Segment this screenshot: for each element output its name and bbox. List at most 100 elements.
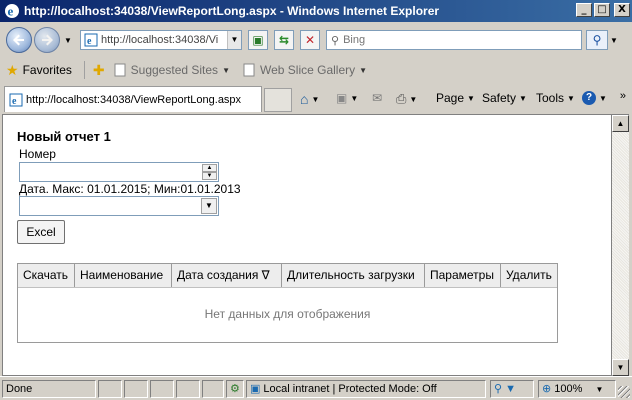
favorites-item-label: Web Slice Gallery xyxy=(259,63,356,77)
help-button[interactable]: ? ▼ xyxy=(582,91,607,105)
home-icon: ⌂ xyxy=(300,91,309,107)
new-tab-button[interactable] xyxy=(264,88,292,112)
svg-text:e: e xyxy=(87,36,92,47)
address-dropdown-icon[interactable]: ▼ xyxy=(227,31,241,49)
stop-button[interactable]: ✕ xyxy=(300,30,320,50)
date-label: Дата. Макс: 01.01.2015; Мин:01.01.2013 xyxy=(19,182,241,196)
spin-up-icon[interactable]: ▲ xyxy=(202,164,217,172)
read-mail-button[interactable]: ✉ xyxy=(372,91,382,105)
search-field[interactable]: ⚲ xyxy=(326,30,582,50)
refresh-button[interactable]: ⇆ xyxy=(274,30,294,50)
favorites-item-web-slice-gallery[interactable]: Web Slice Gallery ▼ xyxy=(242,63,367,77)
status-panel xyxy=(150,380,174,398)
window-controls: _ □ X xyxy=(576,3,630,17)
home-button[interactable]: ⌂ ▼ xyxy=(300,91,319,107)
search-input[interactable] xyxy=(343,34,564,46)
status-panel xyxy=(202,380,224,398)
page-menu[interactable]: Page ▼ xyxy=(436,91,475,105)
zoom-icon: ⊕ xyxy=(542,383,552,395)
search-icon: ⚲ xyxy=(331,34,340,47)
tools-menu[interactable]: Tools ▼ xyxy=(536,91,575,105)
addon-status-icon[interactable]: ⚙ xyxy=(226,380,244,398)
grid-header: Скачать Наименование Дата создания ∇ Дли… xyxy=(18,264,557,288)
chevron-down-icon: ▼ xyxy=(595,385,604,394)
search-go-button[interactable]: ⚲ xyxy=(586,30,608,50)
minimize-button[interactable]: _ xyxy=(576,3,592,17)
favorites-item-suggested-sites[interactable]: Suggested Sites ▼ xyxy=(113,63,230,77)
zoom-button[interactable]: ⊕ 100% ▼ xyxy=(538,380,616,398)
favorites-bar: ★ Favorites ✚ Suggested Sites ▼ Web Slic… xyxy=(0,56,632,84)
more-commands-icon[interactable]: » xyxy=(620,90,626,102)
maximize-button[interactable]: □ xyxy=(594,3,610,17)
chevron-down-icon[interactable]: ▼ xyxy=(201,198,217,214)
column-header-load-duration[interactable]: Длительность загрузки xyxy=(282,264,425,287)
column-header-parameters[interactable]: Параметры xyxy=(425,264,501,287)
favorites-button[interactable]: ★ Favorites xyxy=(6,62,72,79)
search-options-dropdown[interactable]: ▼ xyxy=(610,36,618,45)
favorites-separator xyxy=(83,61,85,79)
protected-mode-button[interactable]: ⚲ ▼ xyxy=(490,380,534,398)
column-header-delete[interactable]: Удалить xyxy=(501,264,557,287)
number-spinner[interactable]: ▲ ▼ xyxy=(202,164,217,180)
arrow-right-icon xyxy=(42,34,53,46)
compatibility-view-button[interactable]: ▣ xyxy=(248,30,268,50)
favorites-item-label: Suggested Sites xyxy=(130,63,219,77)
chevron-down-icon: ▼ xyxy=(222,65,230,75)
window-title-bar: e http://localhost:34038/ViewReportLong.… xyxy=(0,0,632,22)
back-button[interactable] xyxy=(6,27,32,53)
column-header-download[interactable]: Скачать xyxy=(18,264,75,287)
address-row: ▼ e http://localhost:34038/Vi ▼ ▣ ⇆ ✕ ⚲ … xyxy=(0,22,632,56)
star-icon: ★ xyxy=(6,61,19,78)
report-title: Новый отчет 1 xyxy=(17,129,111,144)
date-select[interactable]: ▼ xyxy=(19,196,219,216)
scroll-down-icon[interactable]: ▼ xyxy=(612,359,629,376)
help-icon: ? xyxy=(582,91,596,105)
page-icon: e xyxy=(9,93,23,107)
vertical-scrollbar[interactable]: ▲ ▼ xyxy=(612,114,629,376)
tools-menu-label: Tools xyxy=(536,91,565,105)
tab-title: http://localhost:34038/ViewReportLong.as… xyxy=(26,93,242,106)
resize-grip[interactable] xyxy=(618,386,630,398)
status-text: Done xyxy=(2,380,96,398)
status-panel xyxy=(124,380,148,398)
mail-icon: ✉ xyxy=(372,91,383,105)
forward-button[interactable] xyxy=(34,27,60,53)
svg-text:e: e xyxy=(8,4,14,19)
svg-text:e: e xyxy=(12,96,17,107)
tab-current[interactable]: e http://localhost:34038/ViewReportLong.… xyxy=(4,86,262,112)
address-field[interactable]: e http://localhost:34038/Vi ▼ xyxy=(80,30,242,50)
address-url: http://localhost:34038/Vi xyxy=(101,34,219,46)
printer-icon: ⎙ xyxy=(396,91,407,106)
number-label: Номер xyxy=(19,147,56,161)
close-button[interactable]: X xyxy=(614,3,630,17)
security-zone[interactable]: ▣ Local intranet | Protected Mode: Off xyxy=(246,380,486,398)
scroll-up-icon[interactable]: ▲ xyxy=(612,115,629,132)
column-header-name[interactable]: Наименование xyxy=(75,264,172,287)
arrow-left-icon xyxy=(13,34,24,46)
zone-text: Local intranet | Protected Mode: Off xyxy=(263,383,437,395)
status-bar: Done ⚙ ▣ Local intranet | Protected Mode:… xyxy=(0,376,632,400)
feeds-button[interactable]: ▣ ▼ xyxy=(336,91,358,105)
page-icon xyxy=(243,63,255,77)
spin-down-icon[interactable]: ▼ xyxy=(202,172,217,180)
page-icon: e xyxy=(84,33,98,47)
zoom-level: 100% xyxy=(554,383,583,395)
grid-empty-message: Нет данных для отображения xyxy=(204,307,371,321)
favorites-label: Favorites xyxy=(22,63,72,77)
safety-menu-label: Safety xyxy=(482,91,517,105)
add-to-favorites-icon[interactable]: ✚ xyxy=(93,62,105,79)
safety-menu[interactable]: Safety ▼ xyxy=(482,91,527,105)
intranet-icon: ▣ xyxy=(250,383,261,395)
recent-pages-dropdown[interactable]: ▼ xyxy=(64,36,72,45)
number-field[interactable]: ▲ ▼ xyxy=(19,162,219,182)
status-panel xyxy=(176,380,200,398)
page-content: Новый отчет 1 Номер ▲ ▼ Дата. Макс: 01.0… xyxy=(2,114,612,376)
print-button[interactable]: ⎙ ▼ xyxy=(396,91,417,107)
reports-grid: Скачать Наименование Дата создания ∇ Дли… xyxy=(17,263,558,343)
rss-icon: ▣ xyxy=(336,91,348,105)
chevron-down-icon: ▼ xyxy=(359,65,368,75)
column-header-created-date[interactable]: Дата создания ∇ xyxy=(172,264,282,287)
page-menu-label: Page xyxy=(436,91,465,105)
excel-button[interactable]: Excel xyxy=(17,220,65,244)
tab-row: e http://localhost:34038/ViewReportLong.… xyxy=(0,84,632,114)
